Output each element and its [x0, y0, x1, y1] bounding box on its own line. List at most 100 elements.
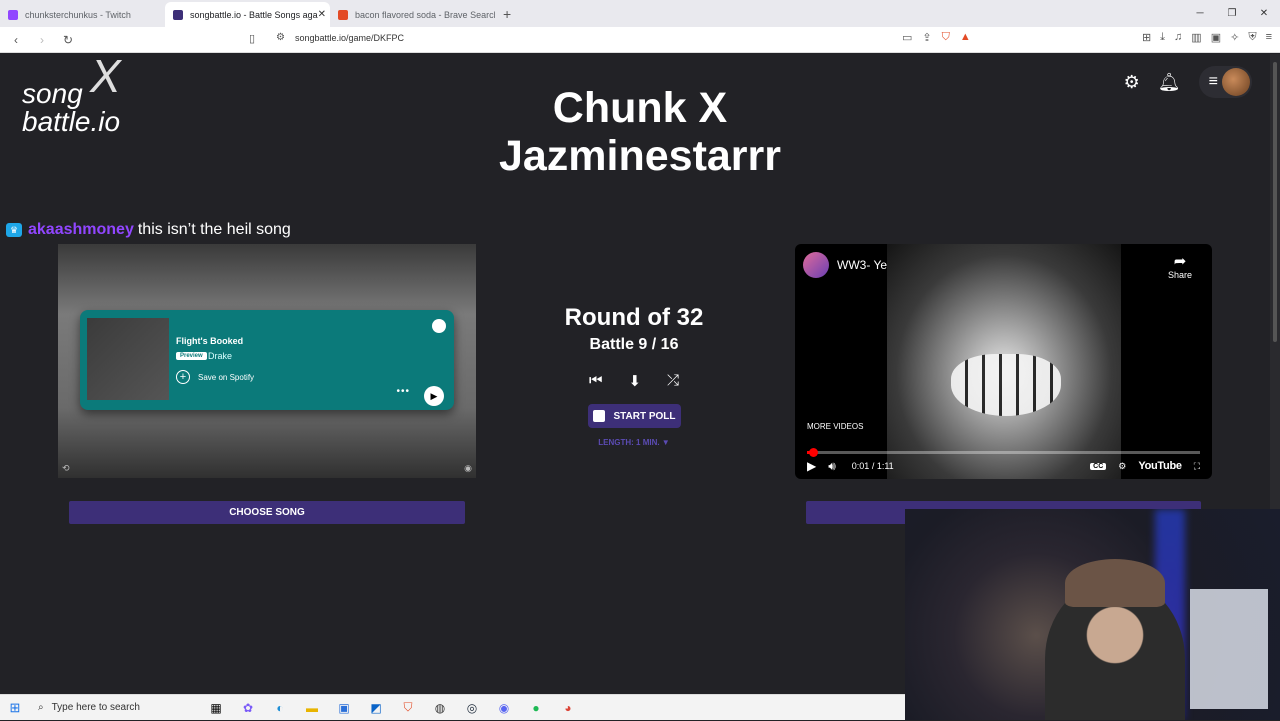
wallet-icon[interactable]: ▣	[1211, 31, 1221, 44]
forward-icon[interactable]: ›	[32, 33, 52, 47]
tab-songbattle[interactable]: songbattle.io - Battle Songs aga ✕	[165, 2, 330, 27]
windows-start-icon[interactable]: ⊞	[0, 700, 30, 716]
cast-icon[interactable]: ▭	[902, 31, 912, 44]
choose-song-button-left[interactable]: CHOOSE SONG	[69, 501, 465, 524]
player-controls: ▶ 🔊︎ 0:01 / 1:11 CC ⚙ YouTube ⛶	[807, 458, 1200, 474]
taskbar-search[interactable]: ⌕ Type here to search	[30, 695, 200, 721]
close-window-icon[interactable]: ✕	[1248, 0, 1280, 27]
progress-handle[interactable]	[808, 448, 818, 457]
more-videos-label[interactable]: MORE VIDEOS	[807, 422, 863, 431]
share-arrow-icon: ➦	[1173, 253, 1187, 270]
user-menu[interactable]: ≡	[1198, 66, 1252, 98]
save-on-spotify-button[interactable]: + Save on Spotify	[176, 370, 254, 384]
spotify-embed[interactable]: Flight's Booked Preview Drake + Save on …	[80, 310, 454, 410]
track-artist[interactable]: Drake	[208, 351, 232, 361]
sidebar-icon[interactable]: ▥	[1191, 31, 1201, 44]
settings-icon[interactable]: ⚙	[1124, 72, 1140, 93]
obs-icon[interactable]: ◍	[430, 698, 450, 718]
refresh-icon[interactable]: ⟲	[62, 463, 70, 474]
streamer-beanie	[1065, 559, 1165, 607]
taskbar: ⊞ ⌕ Type here to search ▦ ✿ ◐ ▬ ▣ ◩ ⛉ ◍ …	[0, 694, 905, 720]
tab-search-icon[interactable]: ⊞	[1142, 31, 1151, 44]
leo-icon[interactable]: ✧	[1230, 31, 1239, 44]
shuffle-icon[interactable]: ⤮	[667, 372, 679, 390]
video-thumbnail-detail	[951, 354, 1061, 416]
minimize-icon[interactable]: ─	[1184, 0, 1216, 27]
left-song-player: Flight's Booked Preview Drake + Save on …	[58, 244, 476, 478]
title-line2: Jazminestarrr	[498, 132, 782, 180]
window-controls: ─ ❐ ✕	[1184, 0, 1280, 27]
search-icon: ⌕	[38, 702, 44, 713]
brave-search-icon	[338, 9, 348, 20]
steam-icon[interactable]: ◎	[462, 698, 482, 718]
file-explorer-icon[interactable]: ▬	[302, 698, 322, 718]
brave-icon[interactable]: ⛉	[398, 698, 418, 718]
start-poll-button[interactable]: START POLL	[588, 404, 681, 428]
preview-badge: Preview	[176, 352, 207, 360]
plus-icon: +	[176, 370, 190, 384]
chat-overlay-message: ♛ akaashmoney this isn’t the heil song	[6, 220, 296, 240]
tab-twitch[interactable]: chunksterchunkus - Twitch	[0, 2, 165, 27]
scrollbar-thumb[interactable]	[1273, 62, 1277, 342]
progress-bar[interactable]	[807, 448, 1200, 457]
right-video-player[interactable]: WW3- Ye ➦ Share MORE VIDEOS ▶ 🔊︎ 0:01 / …	[795, 244, 1212, 479]
play-icon[interactable]: ▶	[807, 459, 816, 473]
chrome-icon[interactable]: ◕	[558, 698, 578, 718]
menu-icon[interactable]: ≡	[1266, 31, 1272, 44]
bell-icon[interactable]: 🔔︎	[1158, 72, 1181, 93]
address-icons: ▭ ⇪ ⛉ ▲	[902, 31, 971, 44]
header-actions: ⚙ 🔔︎ ≡	[1124, 66, 1252, 98]
poll-length-select[interactable]: LENGTH: 1 MIN. ▼	[534, 438, 734, 447]
twitch-icon	[8, 9, 18, 20]
fullscreen-icon[interactable]: ⛶	[1194, 461, 1200, 472]
tab-title: bacon flavored soda - Brave Search	[355, 9, 495, 20]
discord-icon[interactable]: ◉	[494, 698, 514, 718]
brave-shields-icon[interactable]: ⛉	[942, 31, 950, 44]
vpn-icon[interactable]: ⛨	[1248, 31, 1256, 44]
chat-username: akaashmoney	[28, 221, 134, 238]
track-title[interactable]: Flight's Booked	[176, 336, 243, 346]
logo-line2: battle.io	[22, 106, 121, 137]
save-label: Save on Spotify	[198, 372, 255, 382]
spotify-logo-icon[interactable]	[432, 319, 446, 333]
logo-x-icon: X	[90, 54, 121, 102]
channel-avatar[interactable]	[803, 252, 829, 278]
poll-icon	[593, 410, 606, 422]
brave-rewards-icon[interactable]: ▲	[960, 31, 971, 44]
copilot-icon[interactable]: ✿	[238, 698, 258, 718]
captions-icon[interactable]: CC	[1090, 462, 1107, 470]
restore-icon[interactable]: ❐	[1216, 0, 1248, 27]
webcam-overlay	[905, 509, 1280, 720]
avatar	[1222, 68, 1250, 96]
tab-brave-search[interactable]: bacon flavored soda - Brave Search	[330, 2, 495, 27]
video-title[interactable]: WW3- Ye	[837, 258, 887, 272]
edge-icon[interactable]: ◐	[270, 698, 290, 718]
eye-icon[interactable]: ◉	[464, 463, 472, 474]
page-title: Chunk X Jazminestarrr	[440, 84, 840, 180]
bookmark-icon[interactable]: ▯	[249, 32, 255, 45]
media-icon[interactable]: ♫	[1174, 31, 1182, 44]
start-poll-label: START POLL	[613, 410, 676, 422]
play-button[interactable]: ▶	[424, 386, 444, 406]
songbattle-logo[interactable]: X song battle.io	[22, 54, 121, 137]
back-icon[interactable]: ‹	[6, 33, 26, 47]
volume-icon[interactable]: 🔊︎	[828, 459, 836, 474]
more-options-icon[interactable]: •••	[396, 386, 410, 397]
close-icon[interactable]: ✕	[318, 9, 326, 20]
address-bar[interactable]: songbattle.io/game/DKFPC	[295, 33, 404, 43]
task-view-icon[interactable]: ▦	[206, 698, 226, 718]
settings-gear-icon[interactable]: ⚙	[1118, 461, 1126, 472]
spotify-icon[interactable]: ●	[526, 698, 546, 718]
store-icon[interactable]: ▣	[334, 698, 354, 718]
share-icon[interactable]: ⇪	[922, 31, 931, 44]
outlook-icon[interactable]: ◩	[366, 698, 386, 718]
download-icon[interactable]: ⤓	[1160, 31, 1165, 44]
previous-icon[interactable]: ⏮	[589, 372, 603, 390]
youtube-logo[interactable]: YouTube	[1138, 460, 1182, 472]
webcam-background-panel	[1190, 589, 1268, 709]
reload-icon[interactable]: ↻	[58, 33, 78, 47]
site-info-icon[interactable]: ⚙	[276, 32, 285, 43]
download-battle-icon[interactable]: ⬇	[628, 372, 641, 390]
share-button[interactable]: ➦ Share	[1168, 252, 1192, 280]
new-tab-button[interactable]: +	[503, 2, 511, 27]
